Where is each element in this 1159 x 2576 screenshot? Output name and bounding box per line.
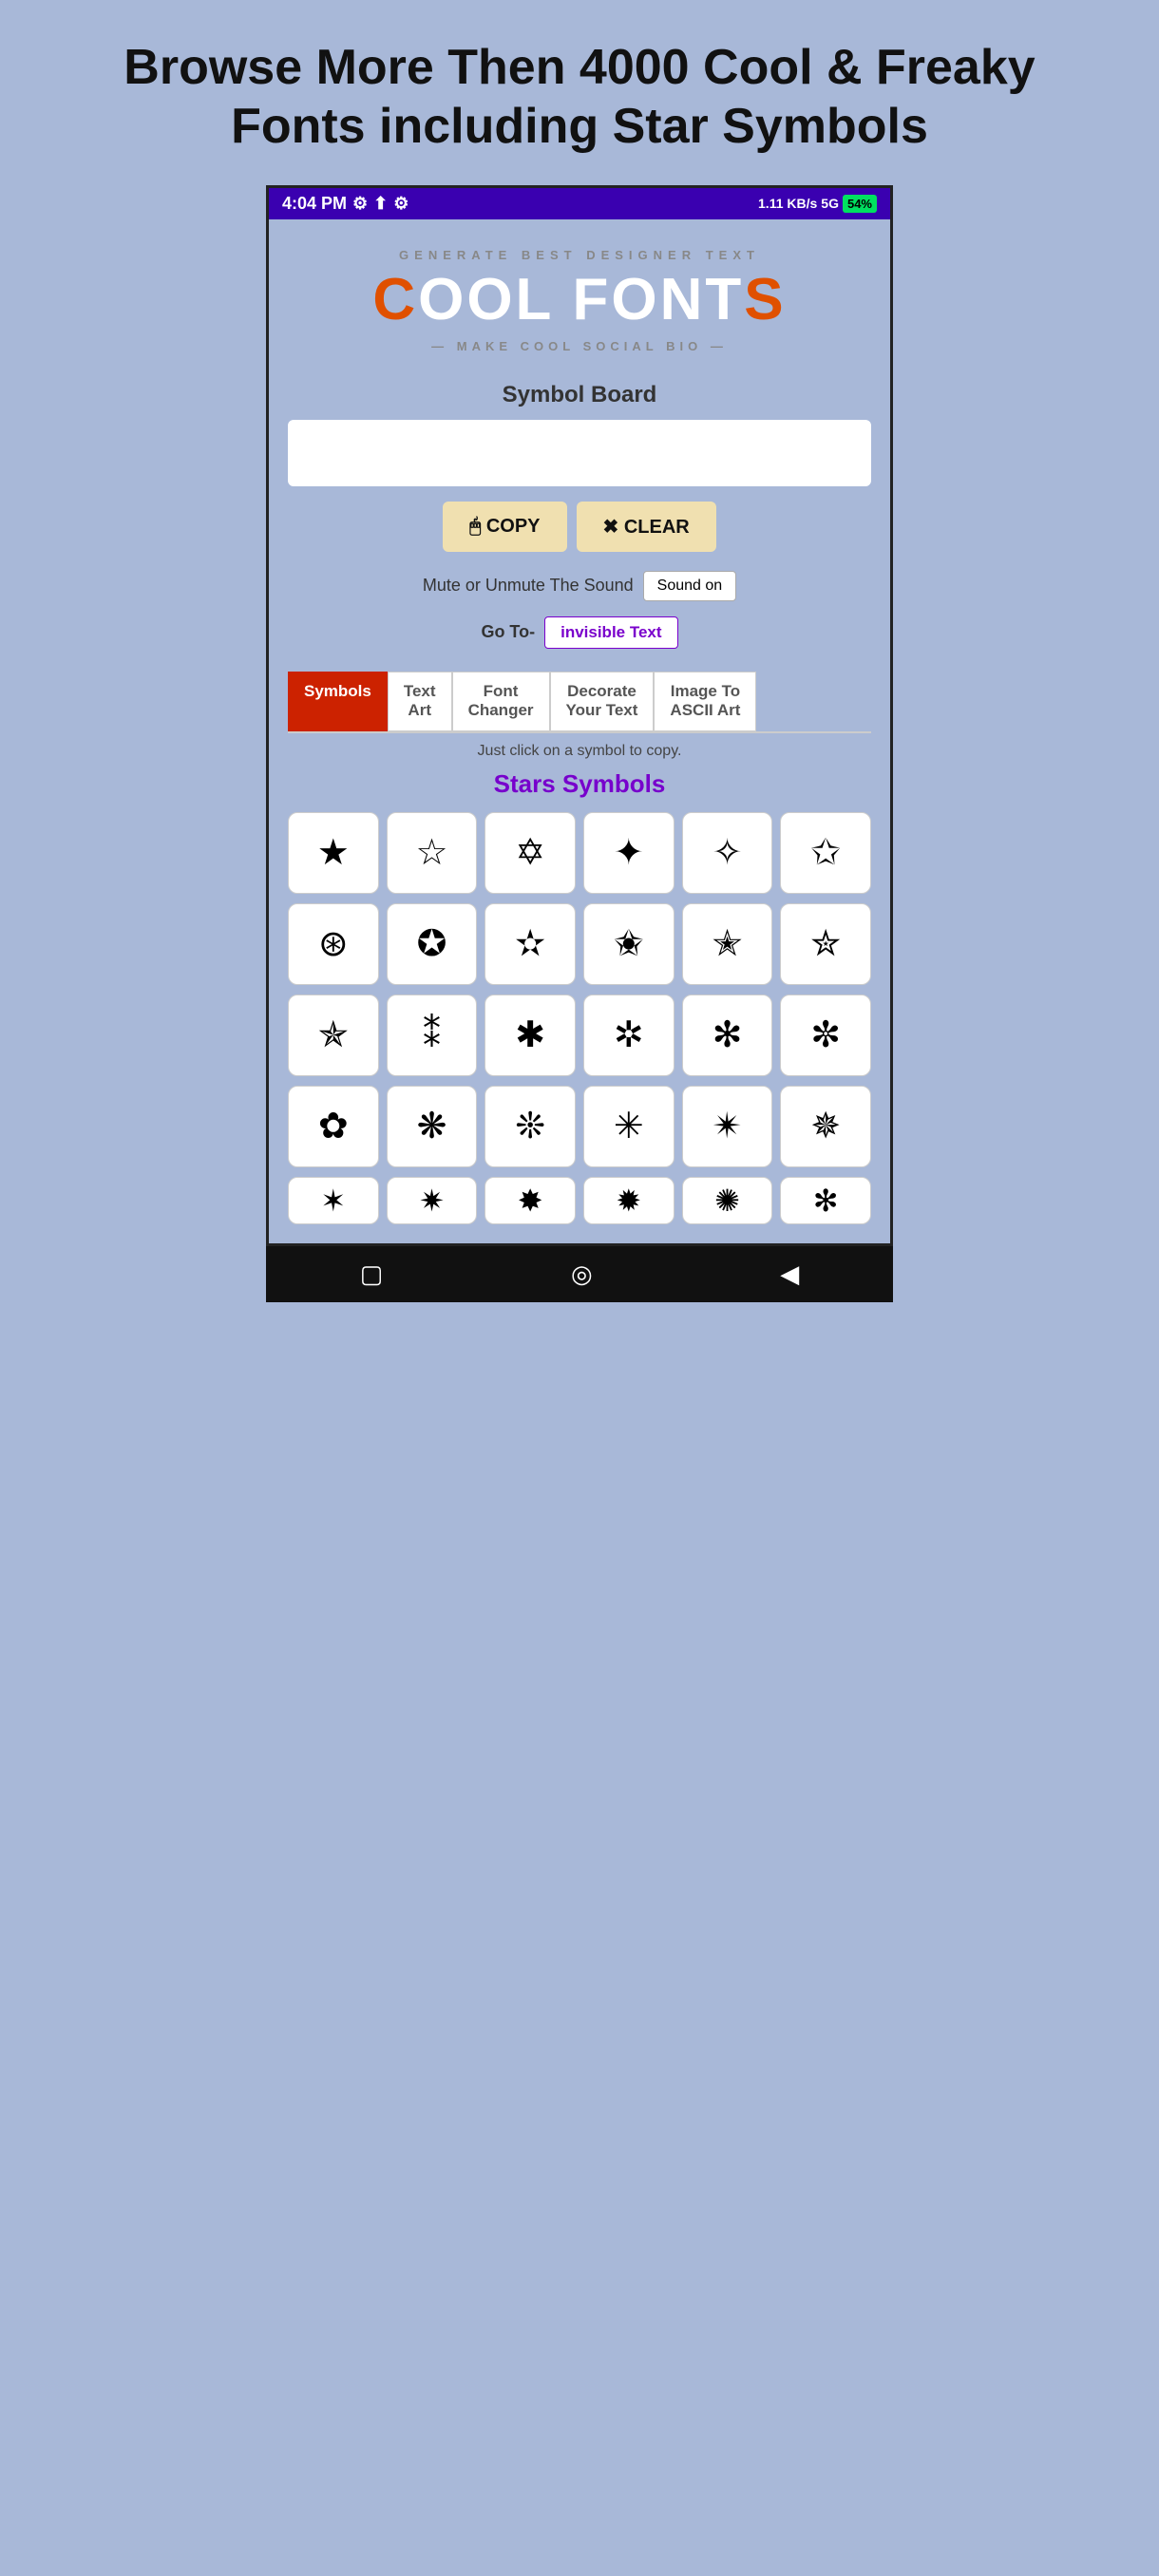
banner-subtitle: GENERATE BEST DESIGNER TEXT (288, 248, 871, 262)
status-time: 4:04 PM (282, 194, 347, 214)
symbol-cell[interactable]: ✭ (682, 903, 773, 985)
symbol-cell[interactable]: ✿ (288, 1086, 379, 1167)
signal-icon: 5G (821, 196, 839, 211)
invisible-text-button[interactable]: invisible Text (544, 616, 677, 649)
symbol-cell[interactable]: ⁑ (387, 994, 478, 1076)
symbol-grid-row4: ✿ ❋ ❊ ✳ ✴ ✵ (288, 1086, 871, 1167)
symbol-cell[interactable]: ☆ (387, 812, 478, 894)
symbol-cell[interactable]: ✺ (682, 1177, 773, 1224)
tab-font-changer[interactable]: FontChanger (452, 672, 550, 731)
click-hint: Just click on a symbol to copy. (288, 743, 871, 760)
banner-main-title: COOL FONTS (288, 266, 871, 333)
banner-tagline: — MAKE COOL SOCIAL BIO — (288, 339, 871, 353)
app-banner: GENERATE BEST DESIGNER TEXT COOL FONTS —… (288, 238, 871, 372)
onts-text: ONT (611, 267, 744, 332)
page-header: Browse More Then 4000 Cool & Freaky Font… (0, 0, 1159, 185)
symbol-cell[interactable]: ✦ (583, 812, 674, 894)
symbol-grid-row3: ✯ ⁑ ✱ ✲ ✻ ✼ (288, 994, 871, 1076)
tab-decorate[interactable]: DecorateYour Text (550, 672, 655, 731)
nav-back-button[interactable]: ◀ (780, 1260, 799, 1289)
nav-square-button[interactable]: ▢ (360, 1260, 384, 1289)
symbol-cell[interactable]: ✲ (583, 994, 674, 1076)
symbol-cell[interactable]: ✶ (288, 1177, 379, 1224)
symbol-cell[interactable]: ✡ (484, 812, 576, 894)
symbol-cell[interactable]: ✩ (780, 812, 871, 894)
symbol-cell[interactable]: ✻ (682, 994, 773, 1076)
tab-symbols[interactable]: Symbols (288, 672, 388, 731)
symbol-cell[interactable]: ✱ (484, 994, 576, 1076)
sound-button[interactable]: Sound on (643, 571, 737, 601)
phone-frame: 4:04 PM ⚙ ⬆ ⚙ 1.11 KB/s 5G 54% GENERATE … (266, 185, 893, 1246)
symbol-cell[interactable]: ✫ (484, 903, 576, 985)
tabs-row: Symbols TextArt FontChanger DecorateYour… (288, 672, 871, 733)
symbol-cell[interactable]: ✧ (682, 812, 773, 894)
goto-label: Go To- (481, 622, 535, 642)
mute-row: Mute or Unmute The Sound Sound on (288, 571, 871, 601)
battery-icon: 54% (843, 195, 877, 213)
symbol-cell[interactable]: ✬ (583, 903, 674, 985)
nav-home-button[interactable]: ◎ (571, 1260, 593, 1289)
symbol-cell[interactable]: ✼ (780, 994, 871, 1076)
symbol-grid-row2: ⊛ ✪ ✫ ✬ ✭ ✮ (288, 903, 871, 985)
stars-title: Stars Symbols (288, 769, 871, 799)
symbol-cell[interactable]: ⊛ (288, 903, 379, 985)
symbol-cell[interactable]: ✸ (484, 1177, 576, 1224)
symbol-cell[interactable]: ❋ (387, 1086, 478, 1167)
symbol-grid-row5-partial: ✶ ✷ ✸ ✹ ✺ ✻ (288, 1177, 871, 1224)
symbol-cell[interactable]: ✴ (682, 1086, 773, 1167)
symbol-cell[interactable]: ✪ (387, 903, 478, 985)
symbol-board-title: Symbol Board (288, 382, 871, 408)
symbol-cell[interactable]: ✵ (780, 1086, 871, 1167)
ool-text: OOL (418, 267, 572, 332)
symbol-cell[interactable]: ✷ (387, 1177, 478, 1224)
upload-icon: ⬆ (373, 194, 388, 214)
gear-icon: ⚙ (393, 194, 408, 214)
nav-bar: ▢ ◎ ◀ (266, 1246, 893, 1302)
f-letter: F (573, 267, 612, 332)
network-speed: 1.11 KB/s (758, 196, 817, 211)
app-content: GENERATE BEST DESIGNER TEXT COOL FONTS —… (269, 219, 890, 1243)
c-letter: C (372, 267, 418, 332)
symbol-grid-row1: ★ ☆ ✡ ✦ ✧ ✩ (288, 812, 871, 894)
symbol-cell[interactable]: ★ (288, 812, 379, 894)
mute-label: Mute or Unmute The Sound (423, 576, 634, 596)
status-bar: 4:04 PM ⚙ ⬆ ⚙ 1.11 KB/s 5G 54% (269, 188, 890, 219)
symbol-input[interactable] (288, 420, 871, 486)
symbol-cell[interactable]: ✯ (288, 994, 379, 1076)
symbol-cell[interactable]: ✻ (780, 1177, 871, 1224)
symbol-cell[interactable]: ✮ (780, 903, 871, 985)
symbol-cell[interactable]: ✹ (583, 1177, 674, 1224)
symbol-cell[interactable]: ✳ (583, 1086, 674, 1167)
button-row: 🖱 COPY ✖ CLEAR (288, 502, 871, 552)
clear-button[interactable]: ✖ CLEAR (577, 502, 716, 552)
goto-row: Go To- invisible Text (288, 616, 871, 649)
symbol-cell[interactable]: ❊ (484, 1086, 576, 1167)
copy-button[interactable]: 🖱 COPY (443, 502, 566, 552)
settings-icon: ⚙ (352, 194, 368, 214)
s-letter: S (744, 267, 786, 332)
tab-text-art[interactable]: TextArt (388, 672, 452, 731)
tab-image-ascii[interactable]: Image ToASCII Art (654, 672, 756, 731)
